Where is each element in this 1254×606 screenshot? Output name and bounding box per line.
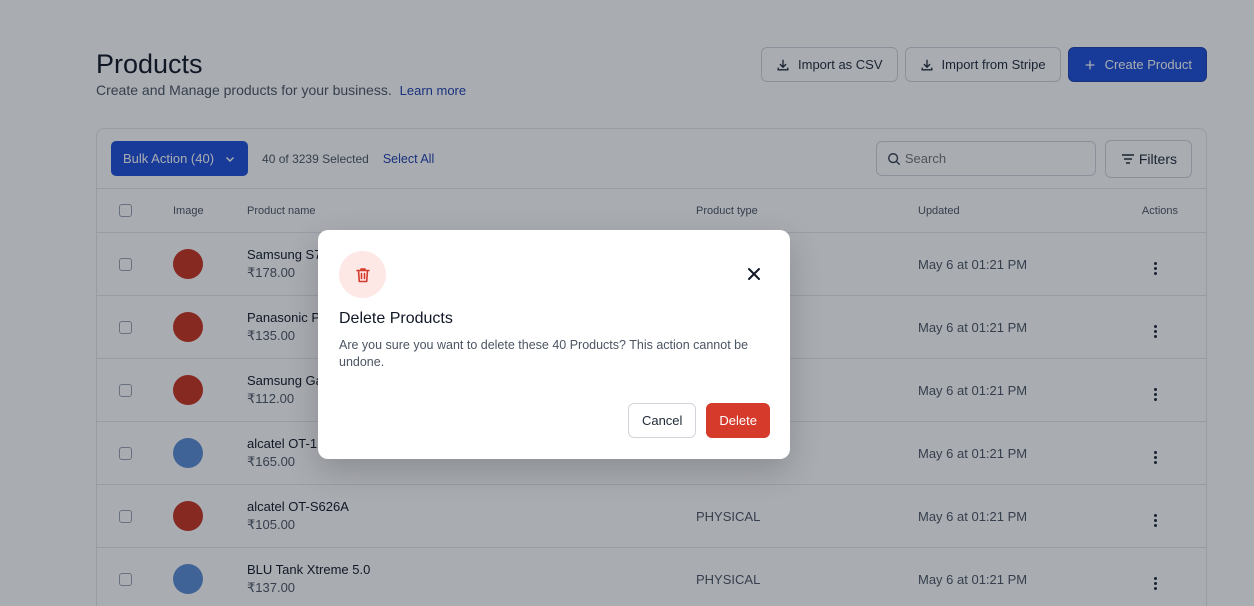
- products-page: Products Create and Manage products for …: [0, 0, 1254, 606]
- delete-products-dialog: Delete Products Are you sure you want to…: [318, 230, 790, 459]
- dialog-actions: Cancel Delete: [627, 403, 770, 438]
- close-dialog-button[interactable]: [742, 262, 766, 286]
- delete-button[interactable]: Delete: [706, 403, 770, 438]
- trash-icon-badge: [339, 251, 386, 298]
- trash-icon: [355, 267, 370, 282]
- dialog-message: Are you sure you want to delete these 40…: [339, 338, 749, 369]
- cancel-button[interactable]: Cancel: [627, 403, 697, 438]
- close-icon: [748, 268, 760, 280]
- dialog-title: Delete Products: [339, 310, 453, 327]
